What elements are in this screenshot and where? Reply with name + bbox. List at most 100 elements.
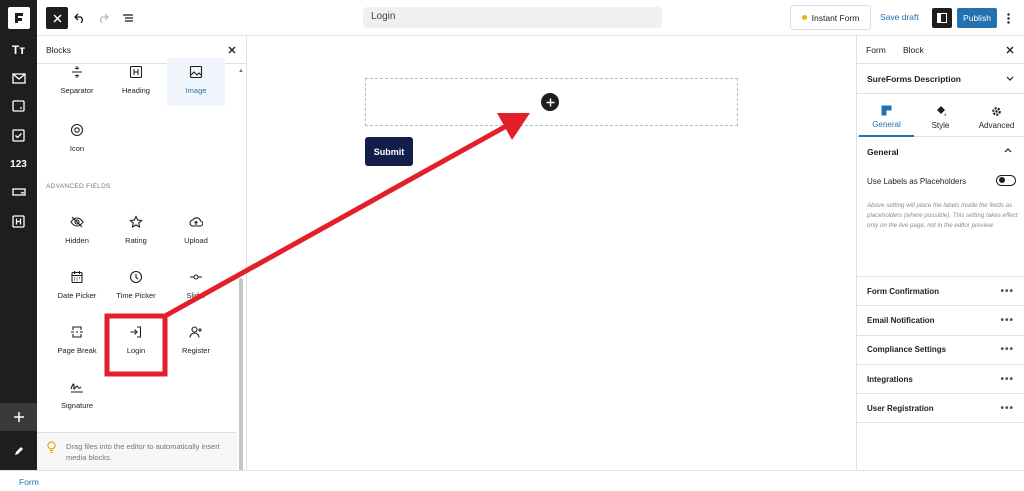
section-label: Form Confirmation bbox=[867, 286, 939, 296]
dropdown-icon[interactable] bbox=[0, 179, 37, 207]
subtab-style[interactable]: Style bbox=[913, 98, 968, 137]
tab-block[interactable]: Block bbox=[903, 45, 924, 55]
block-hidden[interactable]: Hidden bbox=[48, 208, 106, 260]
cloud-upload-icon bbox=[188, 214, 204, 230]
editor-toolbar: Login Instant Form Save draft Publish bbox=[37, 0, 1024, 36]
section-compliance-settings[interactable]: Compliance Settings ••• bbox=[857, 336, 1024, 365]
submit-button[interactable]: Submit bbox=[365, 137, 413, 166]
breadcrumb-form[interactable]: Form bbox=[19, 477, 39, 487]
separator-icon bbox=[69, 64, 85, 80]
close-inserter-icon[interactable] bbox=[228, 46, 236, 54]
textarea-icon[interactable] bbox=[0, 92, 37, 120]
checkbox-icon[interactable] bbox=[0, 121, 37, 149]
document-title[interactable]: Login bbox=[363, 7, 662, 28]
calendar-icon bbox=[69, 269, 85, 285]
section-label: Compliance Settings bbox=[867, 345, 947, 355]
scrollbar-thumb[interactable] bbox=[239, 278, 243, 470]
scroll-up-arrow-icon[interactable]: ▲ bbox=[238, 68, 244, 74]
block-label: Hidden bbox=[65, 236, 89, 245]
subtab-general[interactable]: General bbox=[859, 98, 914, 137]
more-options-icon[interactable]: ••• bbox=[1000, 315, 1014, 326]
options-menu-button[interactable] bbox=[1000, 8, 1016, 28]
inserter-tip-text: Drag files into the editor to automatica… bbox=[66, 442, 220, 462]
more-options-icon[interactable]: ••• bbox=[1000, 403, 1014, 414]
block-upload[interactable]: Upload bbox=[167, 208, 225, 260]
toggle-knob bbox=[998, 177, 1005, 184]
section-user-registration[interactable]: User Registration ••• bbox=[857, 394, 1024, 424]
placeholder-help-text: Above setting will place the labels insi… bbox=[867, 202, 1018, 229]
close-icon bbox=[52, 13, 62, 23]
close-inserter-button[interactable] bbox=[46, 7, 68, 29]
email-icon[interactable] bbox=[0, 64, 37, 92]
block-image[interactable]: Image bbox=[167, 58, 225, 106]
close-settings-icon[interactable] bbox=[1006, 46, 1014, 54]
block-icon[interactable]: Icon bbox=[48, 116, 106, 168]
left-rail: Tт 123 bbox=[0, 0, 37, 470]
login-icon bbox=[128, 324, 144, 340]
block-date-picker[interactable]: Date Picker bbox=[48, 263, 106, 315]
block-slider[interactable]: Slider bbox=[167, 263, 225, 315]
section-integrations[interactable]: Integrations ••• bbox=[857, 365, 1024, 395]
paint-bucket-icon bbox=[936, 106, 946, 116]
block-label: Login bbox=[126, 346, 146, 355]
slider-icon bbox=[188, 269, 204, 285]
sureforms-description-toggle[interactable]: SureForms Description bbox=[857, 64, 1024, 94]
star-icon bbox=[128, 214, 144, 230]
heading-icon bbox=[128, 64, 144, 80]
advanced-fields-heading: ADVANCED FIELDS bbox=[46, 183, 111, 190]
block-heading[interactable]: Heading bbox=[107, 58, 165, 110]
labels-as-placeholders-toggle[interactable] bbox=[996, 175, 1016, 186]
user-plus-icon bbox=[188, 324, 204, 340]
block-label: Signature bbox=[60, 401, 94, 410]
block-label: Separator bbox=[60, 86, 94, 95]
redo-button[interactable] bbox=[93, 8, 113, 28]
sureforms-logo[interactable] bbox=[0, 4, 37, 32]
section-label: User Registration bbox=[867, 403, 934, 413]
subtab-label: General bbox=[872, 119, 901, 129]
block-label: Icon bbox=[69, 144, 85, 153]
block-label: Heading bbox=[122, 86, 150, 95]
gear-icon bbox=[992, 106, 1001, 116]
page-break-icon bbox=[69, 324, 85, 340]
lightbulb-icon bbox=[47, 441, 56, 470]
pencil-icon bbox=[14, 447, 23, 455]
block-label: Upload bbox=[184, 236, 208, 245]
section-email-notification[interactable]: Email Notification ••• bbox=[857, 306, 1024, 336]
add-block-button[interactable] bbox=[0, 403, 37, 431]
clock-icon bbox=[128, 269, 144, 285]
save-draft-button[interactable]: Save draft bbox=[880, 12, 919, 22]
block-label: Slider bbox=[186, 291, 206, 300]
settings-toggle-button[interactable] bbox=[932, 8, 952, 28]
block-login[interactable]: Login bbox=[107, 318, 165, 370]
block-separator[interactable]: Separator bbox=[48, 58, 106, 110]
heading-block-icon[interactable] bbox=[0, 207, 37, 235]
subtab-advanced[interactable]: Advanced bbox=[969, 98, 1024, 137]
undo-button[interactable] bbox=[70, 8, 90, 28]
more-options-icon[interactable]: ••• bbox=[1000, 374, 1014, 385]
document-overview-button[interactable] bbox=[118, 8, 138, 28]
chevron-up-icon[interactable] bbox=[1004, 148, 1012, 153]
more-options-icon[interactable]: ••• bbox=[1000, 286, 1014, 297]
edit-button[interactable] bbox=[0, 437, 37, 465]
tab-form[interactable]: Form bbox=[866, 45, 886, 55]
general-panel: General Use Labels as Placeholders Above… bbox=[857, 137, 1024, 277]
block-signature[interactable]: Signature bbox=[48, 373, 106, 425]
editor-canvas[interactable]: Submit bbox=[247, 36, 856, 470]
instant-form-button[interactable]: Instant Form bbox=[790, 5, 871, 30]
block-rating[interactable]: Rating bbox=[107, 208, 165, 260]
text-block-icon[interactable]: Tт bbox=[0, 36, 37, 64]
subtab-label: Advanced bbox=[978, 120, 1015, 130]
inserter-scrollbar[interactable]: ▲ bbox=[238, 68, 244, 470]
block-page-break[interactable]: Page Break bbox=[48, 318, 106, 370]
block-label: Page Break bbox=[57, 346, 97, 355]
publish-button[interactable]: Publish bbox=[957, 8, 997, 28]
inserter-tip: Drag files into the editor to automatica… bbox=[37, 432, 237, 470]
number-icon[interactable]: 123 bbox=[0, 150, 37, 178]
section-form-confirmation[interactable]: Form Confirmation ••• bbox=[857, 277, 1024, 307]
block-register[interactable]: Register bbox=[167, 318, 225, 370]
more-options-icon[interactable]: ••• bbox=[1000, 344, 1014, 355]
block-time-picker[interactable]: Time Picker bbox=[107, 263, 165, 315]
section-label: Email Notification bbox=[867, 315, 935, 325]
add-block-circle-button[interactable] bbox=[541, 93, 559, 111]
settings-tabs: Form Block bbox=[857, 36, 1024, 64]
